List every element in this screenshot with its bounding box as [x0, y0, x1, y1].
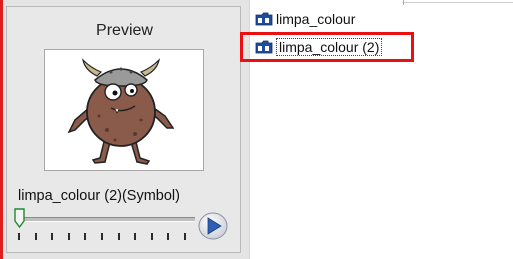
preview-title: Preview	[96, 22, 153, 39]
play-button[interactable]	[197, 211, 229, 241]
slider-tick	[184, 233, 186, 240]
list-item-limpa-colour-2[interactable]: limpa_colour (2)	[240, 32, 414, 62]
slider-tick	[134, 233, 137, 240]
slider-tick	[67, 233, 70, 240]
symbol-folder-icon	[255, 40, 273, 54]
slider-tick	[167, 233, 170, 240]
slider-tick	[101, 233, 103, 240]
frame-slider-thumb[interactable]	[14, 208, 25, 228]
slider-tick	[117, 233, 120, 240]
list-item-limpa-colour[interactable]: limpa_colour	[255, 8, 355, 30]
frame-slider-ticks	[18, 233, 198, 241]
column-divider	[403, 0, 404, 5]
slider-tick	[18, 233, 20, 240]
preview-panel: Preview limpa_colour (2)(Symbol)	[0, 0, 249, 259]
symbol-thumbnail	[44, 49, 204, 171]
slider-tick	[51, 233, 54, 240]
symbol-folder-icon	[255, 12, 273, 26]
list-item-label: limpa_colour (2)	[276, 38, 383, 56]
character-thumbnail-image	[67, 58, 175, 165]
frame-slider-track[interactable]	[19, 217, 195, 222]
symbol-name-label: limpa_colour (2)(Symbol)	[18, 188, 180, 204]
slider-tick	[84, 233, 87, 240]
slider-tick	[150, 233, 153, 240]
slider-tick	[34, 233, 37, 240]
list-item-label: limpa_colour	[276, 11, 356, 27]
header-divider	[402, 2, 513, 3]
